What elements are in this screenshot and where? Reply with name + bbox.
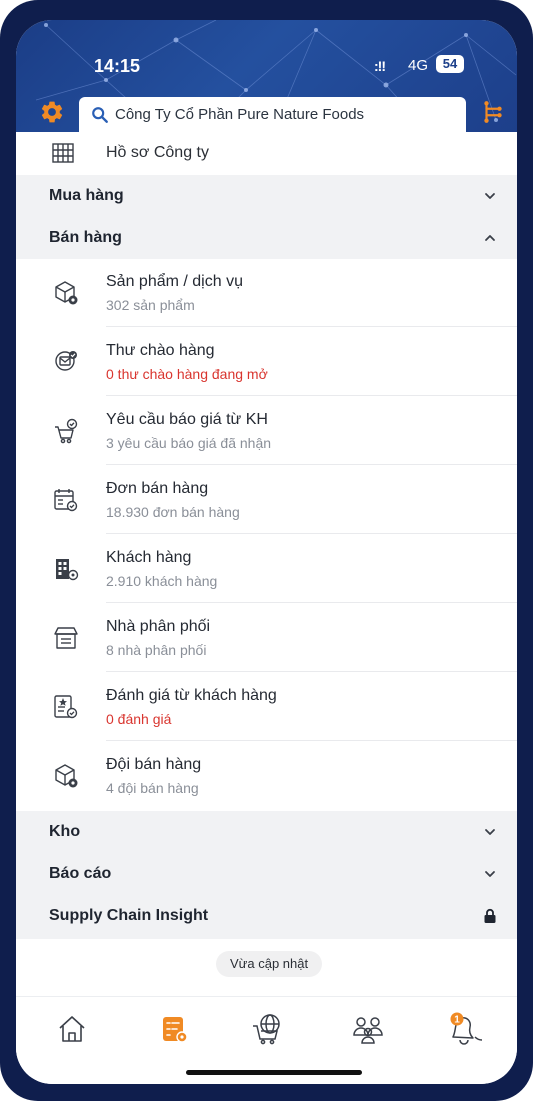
settings-button[interactable] — [36, 96, 68, 128]
section-purchase[interactable]: Mua hàng — [16, 175, 517, 217]
org-tree-icon — [484, 101, 502, 123]
distributor-store-icon — [54, 627, 78, 649]
network-type: 4G — [408, 57, 429, 74]
list-item-subtitle: 2.910 khách hàng — [106, 573, 218, 589]
section-purchase-title: Mua hàng — [49, 187, 124, 204]
section-supply-title: Supply Chain Insight — [49, 907, 209, 924]
global-cart-icon — [253, 1014, 280, 1045]
search-icon — [92, 106, 108, 123]
list-item-sales-orders[interactable]: Đơn bán hàng 18.930 đơn bán hàng — [16, 466, 517, 534]
section-reports-title: Báo cáo — [49, 865, 112, 882]
list-item-title: Sản phẩm / dịch vụ — [106, 273, 243, 290]
chevron-up-icon — [485, 235, 495, 241]
divider — [106, 326, 517, 327]
divider — [106, 671, 517, 672]
divider — [106, 395, 517, 396]
home-indicator[interactable] — [186, 1070, 362, 1075]
offer-letter-icon — [55, 351, 77, 371]
notification-badge: 1 — [454, 1015, 460, 1026]
signal-icon: :!! — [374, 58, 386, 74]
nav-notifications[interactable]: 1 — [441, 1009, 489, 1049]
list-item-subtitle: 3 yêu cầu báo giá đã nhận — [106, 435, 272, 451]
cart-check-icon — [55, 418, 78, 444]
list-item-offer-letters[interactable]: Thư chào hàng 0 thư chào hàng đang mở — [16, 328, 517, 396]
list-item-title: Đánh giá từ khách hàng — [106, 687, 277, 704]
sales-order-icon — [54, 489, 78, 512]
chevron-down-icon — [485, 829, 495, 835]
list-item-subtitle: 18.930 đơn bán hàng — [106, 504, 240, 520]
list-item-subtitle: 0 đánh giá — [106, 711, 172, 727]
section-reports[interactable]: Báo cáo — [16, 853, 517, 895]
list-item-subtitle: 302 sản phẩm — [106, 297, 195, 313]
list-item-title: Đội bán hàng — [106, 756, 202, 773]
divider — [106, 533, 517, 534]
divider — [106, 602, 517, 603]
nav-partners[interactable] — [345, 1009, 393, 1049]
people-icon — [353, 1017, 383, 1044]
list-item-title: Thư chào hàng — [106, 342, 215, 359]
home-icon — [59, 1016, 85, 1042]
list-item-subtitle: 0 thư chào hàng đang mở — [106, 366, 268, 382]
nav-home[interactable] — [48, 1009, 96, 1049]
list-item-title: Yêu cầu báo giá từ KH — [106, 411, 268, 428]
list-item-title: Khách hàng — [106, 549, 192, 566]
section-sales[interactable]: Bán hàng — [16, 217, 517, 259]
status-bar: 14:15 :!! 4G 54 — [16, 20, 517, 90]
app-screen: 14:15 :!! 4G 54 Công Ty Cổ Phần Pure Nat… — [16, 20, 517, 1084]
section-warehouse[interactable]: Kho — [16, 811, 517, 853]
chevron-down-icon — [485, 193, 495, 199]
company-name: Công Ty Cổ Phần Pure Nature Foods — [115, 106, 365, 123]
section-sales-title: Bán hàng — [49, 229, 122, 246]
list-item-reviews[interactable]: Đánh giá từ khách hàng 0 đánh giá — [16, 673, 517, 741]
list-item-subtitle: 4 đội bán hàng — [106, 780, 199, 796]
company-search-box[interactable]: Công Ty Cổ Phần Pure Nature Foods — [79, 97, 466, 132]
task-list-icon — [163, 1017, 188, 1043]
chevron-down-icon — [485, 871, 495, 877]
notification-bell-icon: 1 — [450, 1012, 483, 1045]
battery-icon: 54 — [436, 55, 464, 73]
building-grid-icon — [52, 143, 74, 163]
sales-team-icon — [55, 764, 78, 788]
list-item-title: Đơn bán hàng — [106, 480, 209, 497]
list-item-distributors[interactable]: Nhà phân phối 8 nhà phân phối — [16, 604, 517, 672]
product-box-icon — [55, 281, 78, 305]
divider — [106, 464, 517, 465]
list-item-title: Nhà phân phối — [106, 618, 211, 635]
customer-building-icon — [56, 559, 79, 581]
list-item-customers[interactable]: Khách hàng 2.910 khách hàng — [16, 535, 517, 603]
last-updated-badge: Vừa cập nhật — [216, 951, 323, 977]
gear-icon — [41, 101, 63, 123]
lock-icon — [484, 908, 496, 923]
nav-global-trade[interactable] — [244, 1009, 292, 1049]
list-item-sales-teams[interactable]: Đội bán hàng 4 đội bán hàng — [16, 742, 517, 810]
update-area: Vừa cập nhật — [16, 939, 517, 999]
org-tree-button[interactable] — [477, 96, 509, 128]
divider — [106, 740, 517, 741]
review-check-icon — [54, 695, 78, 719]
list-item-quote-requests[interactable]: Yêu cầu báo giá từ KH 3 yêu cầu báo giá … — [16, 397, 517, 465]
section-supply-chain-insight[interactable]: Supply Chain Insight — [16, 895, 517, 939]
status-time: 14:15 — [94, 56, 141, 76]
company-profile-row[interactable]: Hồ sơ Công ty — [16, 132, 517, 175]
nav-tasks[interactable] — [150, 1009, 198, 1049]
list-item-products[interactable]: Sản phẩm / dịch vụ 302 sản phẩm — [16, 259, 517, 327]
section-warehouse-title: Kho — [49, 823, 81, 840]
list-item-subtitle: 8 nhà phân phối — [106, 642, 207, 658]
company-profile-label: Hồ sơ Công ty — [106, 144, 209, 161]
